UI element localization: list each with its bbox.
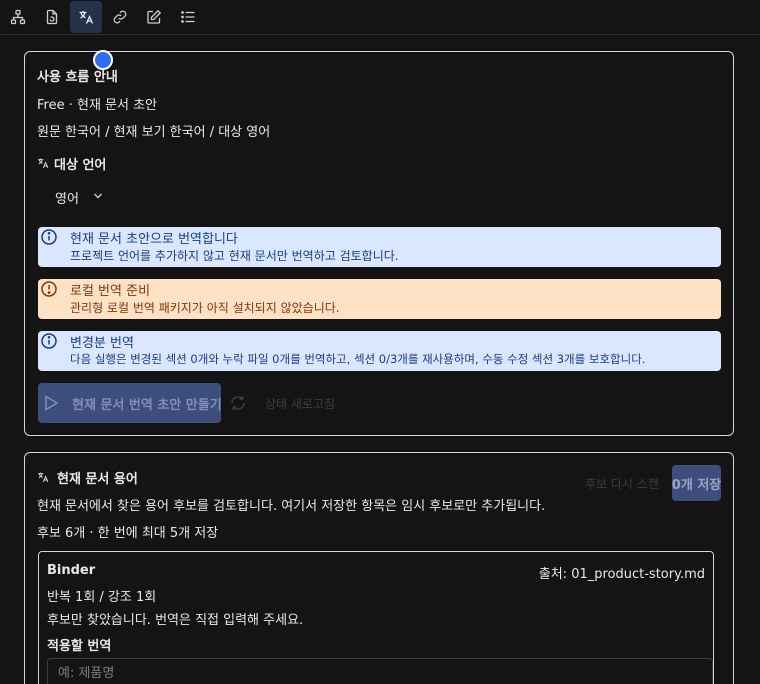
local-translation-banner-body: 관리형 로컬 번역 패키지가 아직 설치되지 않았습니다.: [70, 301, 340, 315]
usage-flow-panel: 사용 흐름 안내 Free · 현재 문서 초안 원문 한국어 / 현재 보기 …: [24, 51, 734, 436]
term-note: 후보만 찾았습니다. 번역은 직접 입력해 주세요.: [47, 613, 304, 628]
link-button[interactable]: [104, 1, 136, 33]
current-doc-banner-body: 프로젝트 언어를 추가하지 않고 현재 문서만 번역하고 검토합니다.: [70, 249, 399, 263]
plan-line: Free · 현재 문서 초안: [37, 98, 158, 113]
file-refresh-icon: [46, 9, 58, 25]
play-icon: [45, 395, 59, 411]
target-language-label: 대상 언어: [54, 158, 107, 173]
current-doc-banner-title: 현재 문서 초안으로 번역합니다: [70, 232, 238, 247]
create-translation-draft-button[interactable]: 현재 문서 번역 초안 만들기: [38, 383, 222, 423]
refresh-icon: [231, 396, 245, 410]
info-icon: [41, 333, 57, 349]
info-icon: [41, 229, 57, 245]
language-line: 원문 한국어 / 현재 보기 한국어 / 대상 영어: [37, 125, 271, 140]
terms-description: 현재 문서에서 찾은 용어 후보를 검토합니다. 여기서 저장한 항목은 임시 …: [37, 499, 546, 514]
diff-translation-banner-title: 변경분 번역: [70, 336, 134, 351]
target-language-select[interactable]: 영어: [47, 183, 109, 209]
sitemap-icon: [10, 9, 26, 25]
diff-translation-banner: 변경분 번역 다음 실행은 변경된 섹션 0개와 누락 파일 0개를 번역하고,…: [38, 331, 721, 371]
current-doc-banner: 현재 문서 초안으로 번역합니다 프로젝트 언어를 추가하지 않고 현재 문서만…: [38, 227, 721, 267]
sitemap-button[interactable]: [2, 1, 34, 33]
cursor-indicator: [93, 50, 113, 70]
alert-circle-icon: [41, 281, 57, 297]
create-translation-draft-label: 현재 문서 번역 초안 만들기: [72, 398, 222, 413]
translate-icon: [79, 11, 94, 24]
rescan-candidates-button[interactable]: 후보 다시 스캔: [585, 475, 659, 492]
target-language-value: 영어: [55, 192, 79, 207]
toolbar: [0, 0, 760, 35]
edit-icon: [147, 9, 162, 24]
translate-icon: [38, 472, 49, 483]
document-terms-title: 현재 문서 용어: [57, 472, 138, 487]
refresh-status-label: 상태 새로고침: [265, 397, 336, 411]
diff-translation-banner-body: 다음 실행은 변경된 섹션 0개와 누락 파일 0개를 번역하고, 섹션 0/3…: [70, 352, 646, 366]
applied-translation-input[interactable]: [47, 658, 713, 684]
terms-summary: 후보 6개 · 한 번에 최대 5개 저장: [37, 526, 219, 541]
applied-translation-label: 적용할 번역: [47, 639, 112, 654]
translate-button[interactable]: [70, 1, 102, 33]
term-counts: 반복 1회 / 강조 1회: [47, 590, 157, 605]
list-button[interactable]: [172, 1, 204, 33]
file-refresh-button[interactable]: [36, 1, 68, 33]
save-terms-button[interactable]: 0개 저장: [672, 465, 721, 501]
list-icon: [181, 11, 195, 23]
document-terms-panel: 현재 문서 용어 후보 다시 스캔 0개 저장 현재 문서에서 찾은 용어 후보…: [24, 452, 734, 684]
edit-button[interactable]: [138, 1, 170, 33]
local-translation-banner-title: 로컬 번역 준비: [70, 284, 151, 299]
term-name: Binder: [47, 563, 96, 578]
term-source: 출처: 01_product-story.md: [538, 567, 705, 582]
local-translation-banner: 로컬 번역 준비 관리형 로컬 번역 패키지가 아직 설치되지 않았습니다.: [38, 279, 721, 319]
refresh-status-button[interactable]: 상태 새로고침: [229, 393, 349, 415]
chevron-down-icon: [94, 193, 102, 199]
translate-icon: [38, 158, 49, 169]
link-icon: [113, 10, 127, 24]
term-candidate-card: Binder 출처: 01_product-story.md 반복 1회 / 강…: [38, 551, 714, 684]
